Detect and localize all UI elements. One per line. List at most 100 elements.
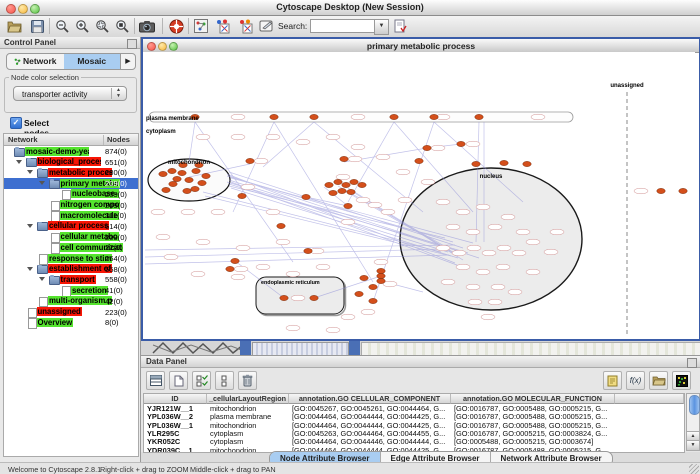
network-manager-button[interactable] (191, 17, 211, 35)
float-panel-icon[interactable] (687, 358, 697, 368)
tree-row[interactable]: cellular process614(0) (4, 221, 138, 232)
expander-arrow-icon[interactable] (16, 160, 22, 164)
zoom-fit-button[interactable] (112, 17, 132, 35)
search-config-button[interactable] (390, 17, 410, 35)
graph-node[interactable] (472, 161, 480, 166)
expander-arrow-icon[interactable] (39, 181, 45, 185)
tree-row[interactable]: metabolic process280(0) (4, 167, 138, 178)
graph-node[interactable] (310, 114, 318, 119)
help-button[interactable] (166, 17, 186, 35)
table-row[interactable]: YJR121W__1mitochondrion[GO:0045267, GO:0… (144, 405, 684, 413)
tab-mosaic[interactable]: Mosaic (64, 54, 121, 69)
color-attribute-dropdown[interactable]: transporter activity ▲▼ (13, 86, 127, 101)
graph-node[interactable] (246, 158, 254, 163)
zoom-selected-button[interactable] (92, 17, 112, 35)
graph-node[interactable] (226, 266, 234, 271)
scrollbar-thumb[interactable] (689, 395, 700, 415)
graph-node[interactable] (377, 278, 385, 283)
graph-node[interactable] (457, 141, 465, 146)
tree-row[interactable]: primary metabo209(0) (4, 178, 138, 189)
graph-node[interactable] (162, 187, 170, 192)
graph-node[interactable] (523, 161, 531, 166)
graph-node[interactable] (192, 168, 200, 173)
tree-row[interactable]: biological_process651(0) (4, 157, 138, 168)
layout-a-button[interactable] (213, 17, 233, 35)
graph-node[interactable] (159, 171, 167, 176)
graph-node[interactable] (277, 223, 285, 228)
graph-edge[interactable] (306, 197, 348, 206)
graph-node[interactable] (169, 181, 177, 186)
graph-node[interactable] (173, 176, 181, 181)
scroll-down-button[interactable]: ▼ (687, 440, 699, 450)
search-dropdown-arrow[interactable]: ▼ (374, 19, 389, 35)
float-panel-icon[interactable] (127, 39, 137, 49)
tree-row[interactable]: response to stimul264(0) (4, 253, 138, 264)
tree-row[interactable]: Overview8(0) (4, 317, 138, 328)
table-row[interactable]: YPL036W__1mitochondrion[GO:0044464, GO:0… (144, 422, 684, 430)
expander-arrow-icon[interactable] (27, 224, 33, 228)
graph-node[interactable] (338, 188, 346, 193)
notes-button[interactable] (603, 371, 622, 390)
graph-node[interactable] (360, 275, 368, 280)
graph-node[interactable] (168, 168, 176, 173)
attribute-table-button[interactable] (146, 371, 165, 390)
snapshot-button[interactable] (137, 17, 157, 35)
graph-node[interactable] (238, 193, 246, 198)
graph-node[interactable] (347, 189, 355, 194)
annotation-button[interactable] (256, 17, 276, 35)
tree-column-network[interactable]: Network (8, 135, 38, 144)
table-row[interactable]: YPL036W__2plasma membrane[GO:0044464, GO… (144, 413, 684, 421)
tree-row[interactable]: cell communicat22(0) (4, 242, 138, 253)
expander-arrow-icon[interactable] (27, 170, 33, 174)
graph-node[interactable] (679, 188, 687, 193)
table-column-header[interactable]: _cellularLayoutRegion (207, 394, 289, 404)
tree-row[interactable]: multi-organism pr42(0) (4, 296, 138, 307)
layout-b-button[interactable] (236, 17, 256, 35)
graph-node[interactable] (369, 284, 377, 289)
zoom-out-button[interactable] (52, 17, 72, 35)
table-column-header[interactable]: annotation.GO CELLULAR_COMPONENT (289, 394, 451, 404)
graph-node[interactable] (415, 158, 423, 163)
graph-node[interactable] (377, 273, 385, 278)
graph-node[interactable] (183, 188, 191, 193)
open-button[interactable] (4, 17, 24, 35)
tree-row[interactable]: mosaic-demo-yeast874(0) (4, 146, 138, 157)
tree-row[interactable]: cellular metabo209(0) (4, 232, 138, 243)
save-button[interactable] (27, 17, 47, 35)
search-input[interactable] (310, 19, 378, 33)
graph-node[interactable] (657, 188, 665, 193)
table-row[interactable]: YLR295Ccytoplasm[GO:0045263, GO:0044464,… (144, 430, 684, 438)
graph-node[interactable] (377, 268, 385, 273)
tab-network[interactable]: Network (7, 54, 64, 69)
tree-row[interactable]: macromolecule311(0) (4, 210, 138, 221)
graph-node[interactable] (430, 114, 438, 119)
tree-row[interactable]: transport558(0) (4, 274, 138, 285)
graph-node[interactable] (310, 295, 318, 300)
graph-node[interactable] (390, 114, 398, 119)
graph-node[interactable] (231, 258, 239, 263)
import-attributes-button[interactable] (649, 371, 668, 390)
graph-node[interactable] (270, 114, 278, 119)
graph-node[interactable] (329, 190, 337, 195)
graph-node[interactable] (334, 179, 342, 184)
graph-node[interactable] (500, 160, 508, 165)
formula-button[interactable]: f(x) (626, 371, 645, 390)
graph-node[interactable] (178, 170, 186, 175)
tab-overflow-arrow[interactable]: ▶ (120, 54, 135, 69)
tree-row[interactable]: secretion41(0) (4, 285, 138, 296)
new-attribute-button[interactable] (169, 371, 188, 390)
tree-column-nodes[interactable]: Nodes (103, 135, 130, 145)
graph-node[interactable] (344, 203, 352, 208)
graph-node[interactable] (191, 186, 199, 191)
graph-node[interactable] (358, 182, 366, 187)
graph-edge[interactable] (145, 249, 443, 257)
unselect-attributes-button[interactable] (215, 371, 234, 390)
graph-node[interactable] (280, 295, 288, 300)
attribute-matrix-button[interactable] (672, 371, 691, 390)
zoom-in-button[interactable] (72, 17, 92, 35)
expander-arrow-icon[interactable] (39, 277, 45, 281)
delete-attribute-button[interactable] (238, 371, 257, 390)
graph-node[interactable] (304, 248, 312, 253)
graph-node[interactable] (202, 173, 210, 178)
graph-node[interactable] (340, 156, 348, 161)
